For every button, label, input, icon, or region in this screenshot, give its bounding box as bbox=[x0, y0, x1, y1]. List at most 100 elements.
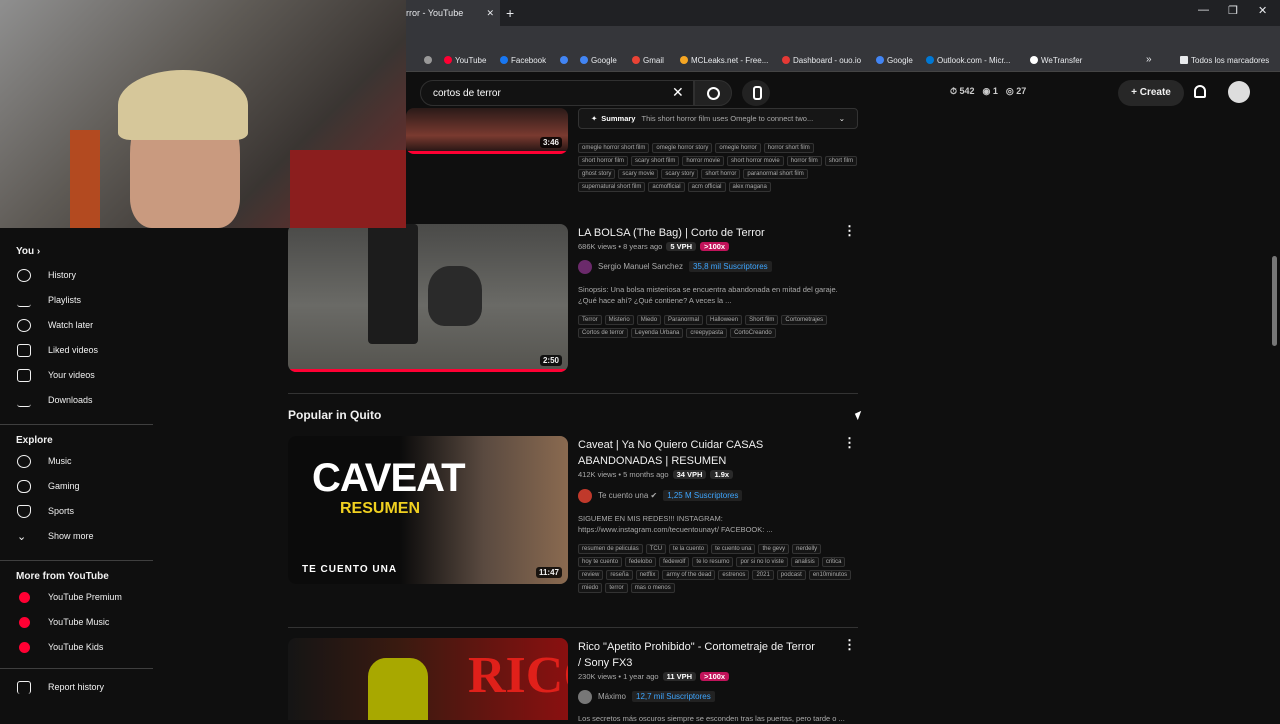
sidebar-item-show-more[interactable]: ⌄ Show more bbox=[0, 525, 154, 549]
channel-row[interactable]: Sergio Manuel Sanchez 35,8 mil Suscriptor… bbox=[578, 260, 772, 274]
search-input[interactable]: cortos de terror bbox=[420, 80, 694, 106]
tag-chip[interactable]: omegle horror short film bbox=[578, 143, 650, 153]
bookmark-item[interactable]: Google bbox=[876, 56, 913, 65]
tag-chip[interactable]: horror movie bbox=[682, 156, 725, 166]
restore-button[interactable]: ❐ bbox=[1228, 4, 1238, 17]
tag-chip[interactable]: Miedo bbox=[636, 315, 662, 325]
tag-chip[interactable]: paranormal short film bbox=[743, 169, 808, 179]
bookmark-item[interactable] bbox=[560, 56, 571, 65]
tag-chip[interactable]: Halloween bbox=[706, 315, 743, 325]
video-title[interactable]: Caveat | Ya No Quiero Cuidar CASAS ABAND… bbox=[578, 437, 818, 469]
tag-chip[interactable]: podcast bbox=[776, 570, 806, 580]
tag-chip[interactable]: analisis bbox=[790, 557, 819, 567]
sidebar-you-heading[interactable]: You › bbox=[16, 246, 40, 257]
tag-chip[interactable]: terror bbox=[605, 583, 628, 593]
more-options-icon[interactable]: ⋮ bbox=[843, 436, 856, 449]
tag-chip[interactable]: short film bbox=[824, 156, 858, 166]
bookmark-item[interactable]: Gmail bbox=[632, 56, 664, 65]
channel-avatar[interactable] bbox=[578, 690, 592, 704]
channel-row[interactable]: Te cuento una ✔ 1,25 M Suscriptores bbox=[578, 489, 743, 503]
bookmark-item[interactable]: WeTransfer bbox=[1030, 56, 1082, 65]
tag-chip[interactable]: scary short film bbox=[631, 156, 680, 166]
clear-search-icon[interactable]: ✕ bbox=[672, 84, 684, 101]
sidebar-item-watch-later[interactable]: Watch later bbox=[0, 314, 154, 338]
bookmark-item[interactable]: YouTube bbox=[444, 56, 486, 65]
tag-chip[interactable]: acm official bbox=[687, 182, 726, 192]
channel-avatar[interactable] bbox=[578, 489, 592, 503]
bookmark-item[interactable]: Google bbox=[580, 56, 617, 65]
tag-chip[interactable]: fedewolf bbox=[659, 557, 690, 567]
tag-chip[interactable]: review bbox=[578, 570, 604, 580]
tag-chip[interactable]: TCU bbox=[645, 544, 667, 554]
sidebar-item-youtube-premium[interactable]: YouTube Premium bbox=[0, 586, 154, 610]
tag-chip[interactable]: Terror bbox=[578, 315, 602, 325]
tag-chip[interactable]: Cortos de terror bbox=[578, 328, 629, 338]
tag-chip[interactable]: por si no lo viste bbox=[736, 557, 788, 567]
tag-chip[interactable]: acmofficial bbox=[648, 182, 685, 192]
tag-chip[interactable]: creepypasta bbox=[686, 328, 728, 338]
bookmark-item[interactable]: Facebook bbox=[500, 56, 546, 65]
sidebar-item-your-videos[interactable]: Your videos bbox=[0, 364, 154, 388]
ai-summary-box[interactable]: ✦ Summary This short horror film uses Omeg… bbox=[578, 108, 858, 129]
more-bookmarks-button[interactable]: » bbox=[1146, 54, 1152, 65]
more-options-icon[interactable]: ⋮ bbox=[843, 224, 856, 237]
video-title[interactable]: LA BOLSA (The Bag) | Corto de Terror bbox=[578, 225, 818, 241]
tag-chip[interactable]: Paranormal bbox=[664, 315, 704, 325]
tag-chip[interactable]: critica bbox=[821, 557, 846, 567]
tag-chip[interactable]: CortoCreando bbox=[730, 328, 776, 338]
tag-chip[interactable]: te lo resumo bbox=[692, 557, 734, 567]
tag-chip[interactable]: resumen de peliculas bbox=[578, 544, 643, 554]
mic-icon[interactable] bbox=[742, 80, 770, 106]
sidebar-item-gaming[interactable]: Gaming bbox=[0, 475, 154, 499]
browser-tab[interactable]: rror - YouTube ✕ bbox=[400, 0, 500, 26]
tag-chip[interactable]: te la cuento bbox=[669, 544, 709, 554]
tag-chip[interactable]: nerdelly bbox=[792, 544, 822, 554]
more-options-icon[interactable]: ⋮ bbox=[843, 638, 856, 651]
sidebar-item-liked-videos[interactable]: Liked videos bbox=[0, 339, 154, 363]
tag-chip[interactable]: 2021 bbox=[752, 570, 774, 580]
tag-chip[interactable]: hoy te cuento bbox=[578, 557, 623, 567]
all-bookmarks-folder[interactable]: Todos los marcadores bbox=[1180, 56, 1269, 65]
create-button[interactable]: + Create bbox=[1118, 80, 1184, 106]
tag-chip[interactable]: Cortometrajes bbox=[781, 315, 828, 325]
video-thumbnail[interactable]: CAVEAT RESUMEN TE CUENTO UNA 11:47 bbox=[288, 436, 568, 584]
channel-avatar[interactable] bbox=[578, 260, 592, 274]
channel-row[interactable]: Máximo 12,7 mil Suscriptores bbox=[578, 690, 715, 704]
tag-chip[interactable]: miedo bbox=[578, 583, 603, 593]
tag-chip[interactable]: Misterio bbox=[604, 315, 634, 325]
tag-chip[interactable]: Leyenda Urbana bbox=[631, 328, 684, 338]
video-title[interactable]: Rico "Apetito Prohibido" - Cortometraje … bbox=[578, 639, 818, 671]
tag-chip[interactable]: Short film bbox=[745, 315, 779, 325]
video-thumbnail[interactable]: RICO bbox=[288, 638, 568, 720]
tag-chip[interactable]: fedelobo bbox=[625, 557, 657, 567]
tag-chip[interactable]: supernatural short film bbox=[578, 182, 646, 192]
tag-chip[interactable]: army of the dead bbox=[662, 570, 716, 580]
sidebar-item-history[interactable]: History bbox=[0, 264, 154, 288]
tag-chip[interactable]: scary movie bbox=[618, 169, 659, 179]
video-thumbnail[interactable]: 2:50 bbox=[288, 224, 568, 372]
scrollbar-thumb[interactable] bbox=[1272, 256, 1277, 346]
minimize-button[interactable]: — bbox=[1198, 4, 1209, 16]
chevron-down-icon[interactable]: ⌄ bbox=[839, 109, 845, 128]
tag-chip[interactable]: ghost story bbox=[578, 169, 616, 179]
tag-chip[interactable]: horror short film bbox=[763, 143, 814, 153]
account-avatar[interactable] bbox=[1228, 81, 1250, 103]
video-thumbnail[interactable]: 3:46 bbox=[406, 108, 568, 154]
tag-chip[interactable]: en10minutos bbox=[808, 570, 852, 580]
tag-chip[interactable]: scary story bbox=[661, 169, 699, 179]
tag-chip[interactable]: mas o menos bbox=[630, 583, 675, 593]
sidebar-item-sports[interactable]: Sports bbox=[0, 500, 154, 524]
tag-chip[interactable]: estrenos bbox=[718, 570, 750, 580]
sidebar-item-youtube-kids[interactable]: YouTube Kids bbox=[0, 636, 154, 660]
tag-chip[interactable]: horror film bbox=[786, 156, 822, 166]
tag-chip[interactable]: short horror bbox=[701, 169, 741, 179]
sidebar-item-youtube-music[interactable]: YouTube Music bbox=[0, 611, 154, 635]
new-tab-button[interactable]: + bbox=[506, 0, 514, 26]
tag-chip[interactable]: omegle horror story bbox=[652, 143, 713, 153]
tag-chip[interactable]: short horror film bbox=[578, 156, 629, 166]
tag-chip[interactable]: netflix bbox=[635, 570, 660, 580]
tag-chip[interactable]: te cuento una bbox=[711, 544, 756, 554]
sidebar-item-downloads[interactable]: Downloads bbox=[0, 389, 154, 413]
sidebar-item-report-history[interactable]: Report history bbox=[0, 676, 154, 700]
bookmark-item[interactable]: MCLeaks.net - Free... bbox=[680, 56, 768, 65]
